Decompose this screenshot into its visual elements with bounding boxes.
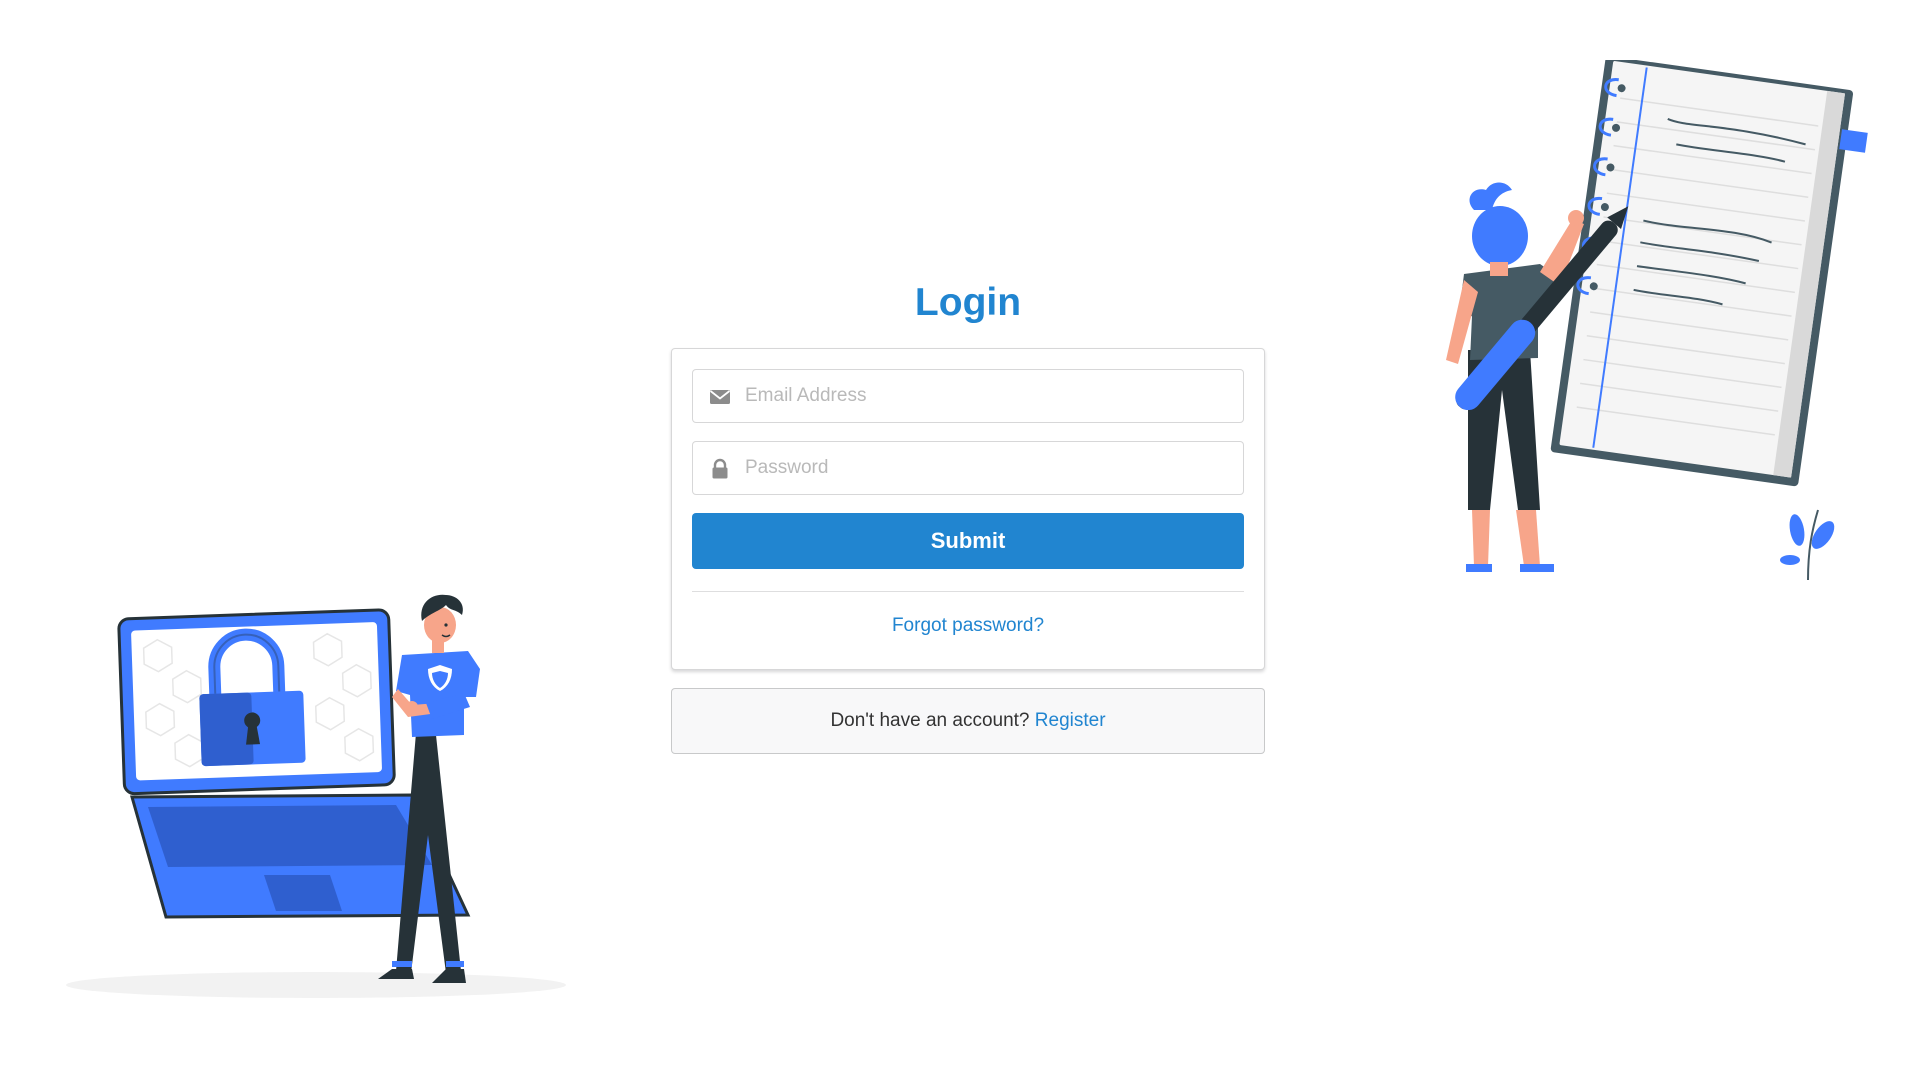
page-title: Login <box>914 281 1022 324</box>
register-message: Don't have an account? Register <box>671 688 1265 754</box>
lock-icon <box>712 458 728 479</box>
envelope-icon <box>709 390 731 404</box>
notebook-writing-illustration <box>1446 60 1868 581</box>
forgot-password-link[interactable]: Forgot password? <box>692 614 1244 638</box>
register-prompt: Don't have an account? <box>830 710 1035 731</box>
submit-button[interactable]: Submit <box>692 513 1244 569</box>
password-input[interactable] <box>745 442 1233 494</box>
password-field[interactable] <box>692 441 1244 495</box>
register-link[interactable]: Register <box>1035 710 1106 731</box>
laptop-security-illustration <box>66 594 566 998</box>
email-field[interactable] <box>692 369 1244 423</box>
email-input[interactable] <box>745 370 1233 422</box>
login-form: Submit Forgot password? <box>671 348 1265 670</box>
login-panel: Login Submit Forgot password? Don't have… <box>671 280 1265 754</box>
divider <box>692 591 1244 592</box>
